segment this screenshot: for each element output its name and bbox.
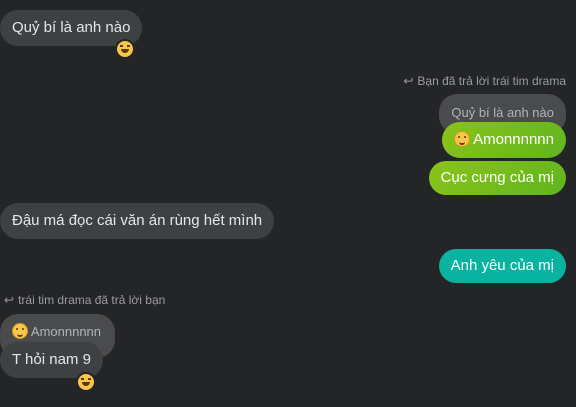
message-text: Quỷ bí là anh nào (12, 19, 131, 36)
message-text: Đậu má đọc cái văn án rùng hết mình (12, 212, 263, 229)
incoming-message[interactable]: Đậu má đọc cái văn án rùng hết mình (0, 203, 275, 239)
reply-arrow-icon: ↩ (403, 74, 414, 88)
message-text: Anh yêu của mị (450, 257, 554, 274)
message-text: Amonnnnnn (473, 131, 554, 148)
outgoing-message[interactable]: Anh yêu của mị (438, 249, 566, 283)
smile-emoji-icon (453, 131, 470, 147)
quoted-text: Amonnnnnn (30, 324, 102, 339)
laughing-emoji-icon[interactable] (115, 39, 135, 59)
quoted-text: Quỷ bí là anh nào (451, 105, 554, 120)
reply-arrow-icon: ↩ (4, 293, 15, 307)
message-text: Cục cưng của mị (440, 169, 554, 186)
reply-indicator: ↩ Bạn đã trả lời trái tim drama (403, 74, 566, 88)
message-text: T hỏi nam 9 (12, 351, 91, 368)
outgoing-message[interactable]: Amonnnnnn (441, 122, 566, 158)
smile-emoji-icon (12, 323, 28, 339)
laughing-emoji-icon[interactable] (76, 372, 96, 392)
outgoing-message[interactable]: Cục cưng của mị (428, 161, 566, 195)
reply-indicator: ↩ trái tim drama đã trả lời bạn (4, 293, 166, 307)
